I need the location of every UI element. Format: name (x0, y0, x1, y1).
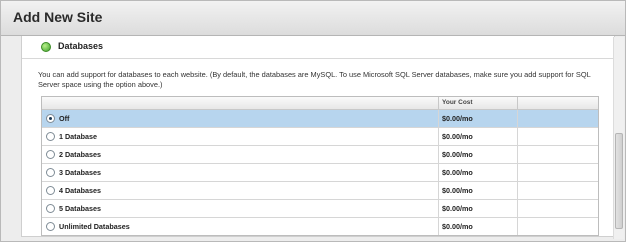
window-title: Add New Site (13, 9, 103, 25)
option-label: 2 Databases (59, 150, 101, 159)
radio-button[interactable] (46, 132, 55, 141)
content-area[interactable]: Databases You can add support for databa… (1, 36, 625, 241)
table-row[interactable]: 2 Databases $0.00/mo (42, 146, 598, 164)
table-row[interactable]: 4 Databases $0.00/mo (42, 182, 598, 200)
option-label: 1 Database (59, 132, 97, 141)
option-cost: $0.00/mo (442, 132, 473, 141)
option-label: Off (59, 114, 70, 123)
radio-button[interactable] (46, 204, 55, 213)
section-description: You can add support for databases to eac… (38, 70, 591, 89)
cost-cell: $0.00/mo (438, 200, 518, 217)
table-row[interactable]: Unlimited Databases $0.00/mo (42, 218, 598, 235)
option-label: 4 Databases (59, 186, 101, 195)
cost-cell: $0.00/mo (438, 110, 518, 127)
cost-cell: $0.00/mo (438, 164, 518, 181)
option-cost: $0.00/mo (442, 204, 473, 213)
title-bar: Add New Site (1, 1, 625, 36)
add-new-site-window: Add New Site Databases You can add suppo… (0, 0, 626, 242)
table-row[interactable]: 1 Database $0.00/mo (42, 128, 598, 146)
option-label: 5 Databases (59, 204, 101, 213)
table-header: Your Cost (42, 97, 598, 110)
cost-cell: $0.00/mo (438, 218, 518, 235)
option-label: Unlimited Databases (59, 222, 130, 231)
table-row[interactable]: 3 Databases $0.00/mo (42, 164, 598, 182)
radio-button[interactable] (46, 168, 55, 177)
vertical-scrollbar[interactable] (613, 37, 624, 239)
table-row[interactable]: Off $0.00/mo (42, 110, 598, 128)
cost-cell: $0.00/mo (438, 146, 518, 163)
section-title: Databases (58, 41, 104, 51)
green-bullet-icon (41, 42, 51, 52)
option-cost: $0.00/mo (442, 114, 473, 123)
databases-panel: Databases You can add support for databa… (21, 36, 615, 237)
option-cost: $0.00/mo (442, 222, 473, 231)
option-label: 3 Databases (59, 168, 101, 177)
cost-cell: $0.00/mo (438, 182, 518, 199)
radio-button[interactable] (46, 114, 55, 123)
your-cost-header: Your Cost (438, 97, 518, 109)
radio-button[interactable] (46, 222, 55, 231)
option-cost: $0.00/mo (442, 186, 473, 195)
radio-button[interactable] (46, 150, 55, 159)
option-cost: $0.00/mo (442, 168, 473, 177)
radio-button[interactable] (46, 186, 55, 195)
cost-cell: $0.00/mo (438, 128, 518, 145)
databases-table: Your Cost Off $0.00/mo 1 Database $0.00/… (41, 96, 599, 236)
table-row[interactable]: 5 Databases $0.00/mo (42, 200, 598, 218)
option-cost: $0.00/mo (442, 150, 473, 159)
scrollbar-thumb[interactable] (615, 133, 623, 229)
section-header[interactable]: Databases (22, 36, 614, 59)
